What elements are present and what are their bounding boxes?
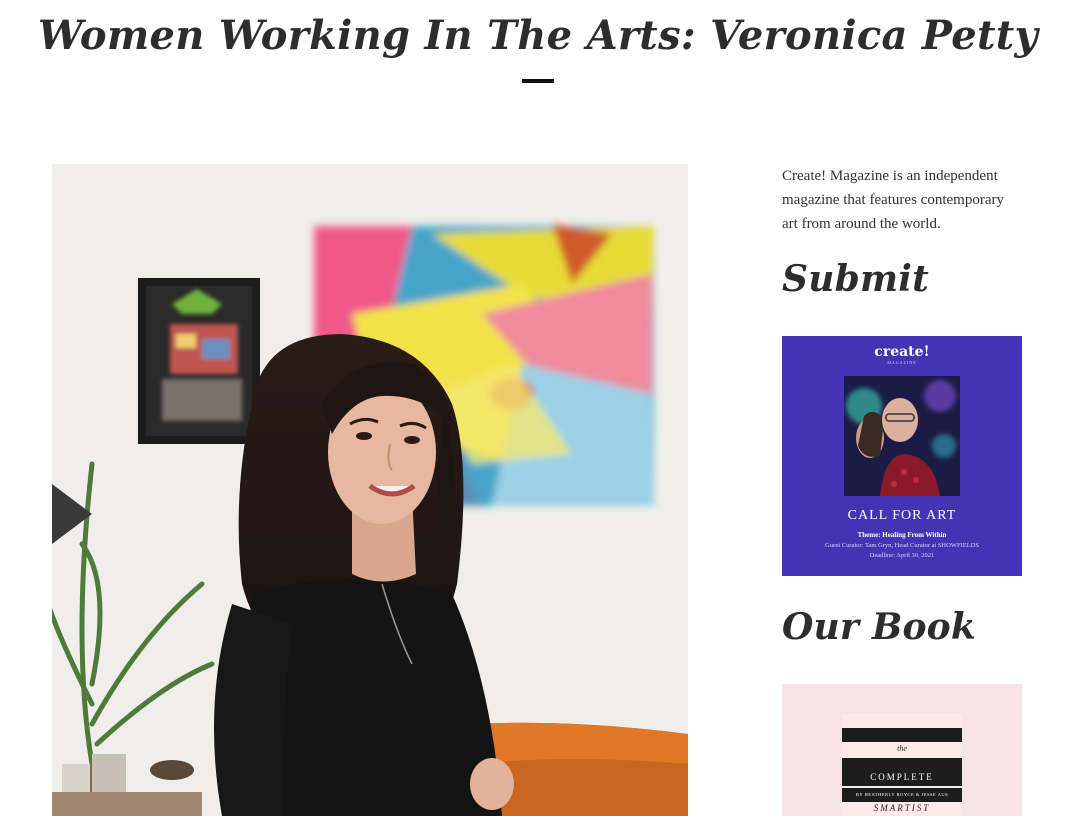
call-theme: Theme: Healing From Within	[857, 531, 947, 539]
call-deadline: Deadline: April 30, 2021	[869, 552, 935, 559]
call-curator: Guest Curator: Tam Gryn, Head Curator at…	[825, 542, 979, 549]
call-title: CALL FOR ART	[847, 508, 957, 523]
book-banner[interactable]: the COMPLETE BY HEATHERLY ROYCE & JESSE …	[782, 684, 1022, 816]
about-text: Create! Magazine is an independent magaz…	[782, 168, 1004, 232]
call-photo	[844, 376, 960, 496]
book-complete: COMPLETE	[870, 772, 934, 782]
book-smartist: SMARTIST	[873, 803, 931, 813]
call-for-art-banner[interactable]: create! MAGAZINE CALL FOR ART Theme: Hea…	[782, 336, 1022, 576]
call-brand: create!	[874, 344, 930, 360]
sidebar: Create! Magazine is an independent magaz…	[782, 164, 1022, 816]
post-title: Women Working In The Arts: Veronica Pett…	[37, 12, 1039, 59]
call-brand-sub: MAGAZINE	[887, 360, 917, 365]
book-cover: the COMPLETE BY HEATHERLY ROYCE & JESSE …	[842, 714, 962, 816]
book-stripe	[842, 728, 962, 742]
submit-heading[interactable]: Submit	[782, 258, 929, 300]
book-authors: BY HEATHERLY ROYCE & JESSE AUS	[855, 792, 949, 797]
our-book-heading[interactable]: Our Book	[782, 606, 976, 648]
title-divider	[522, 79, 554, 83]
book-the: the	[897, 744, 907, 753]
book-stripe	[842, 758, 962, 772]
hero-image	[52, 164, 688, 816]
